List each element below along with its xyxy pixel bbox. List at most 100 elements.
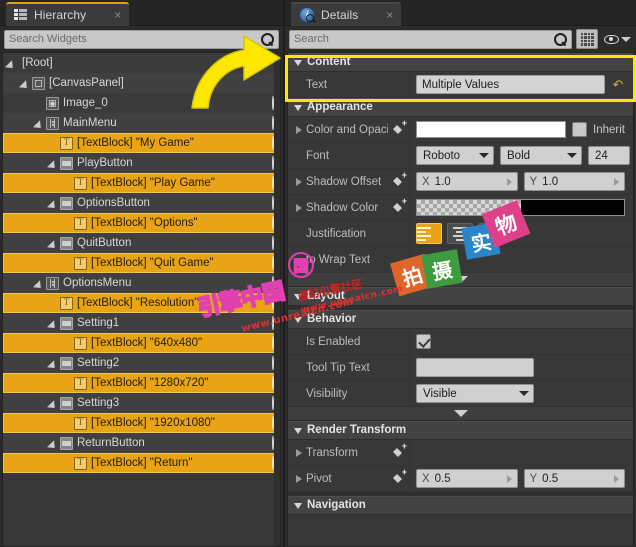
font-style-dropdown[interactable]: Bold bbox=[500, 146, 582, 165]
tree-item[interactable]: ReturnButton bbox=[3, 433, 280, 453]
shadow-color-swatch[interactable] bbox=[416, 199, 625, 216]
appearance-expand-more[interactable] bbox=[288, 273, 633, 287]
shadow-offset-y-input[interactable]: Y 1.0 bbox=[523, 172, 625, 191]
tab-details[interactable]: i Details × bbox=[291, 2, 402, 26]
bind-pin-icon[interactable] bbox=[392, 197, 407, 214]
tree-item[interactable]: [TextBlock] "1280x720" bbox=[3, 373, 280, 393]
expander-triangle-icon[interactable] bbox=[49, 318, 60, 329]
font-family-dropdown[interactable]: Roboto bbox=[416, 146, 494, 165]
section-header-navigation[interactable]: Navigation bbox=[288, 496, 633, 515]
widget-hierarchy-tree[interactable]: [Root] [CanvasPanel] Image_0 MainMenu [TextB… bbox=[2, 52, 281, 547]
tree-item[interactable]: OptionsMenu bbox=[3, 273, 280, 293]
chevron-right-icon[interactable] bbox=[296, 474, 302, 483]
section-header-behavior[interactable]: Behavior bbox=[288, 310, 633, 329]
text-widget-icon bbox=[74, 416, 87, 430]
text-widget-icon bbox=[74, 216, 87, 230]
tree-item-label: [TextBlock] "Quit Game" bbox=[91, 257, 214, 269]
bind-pin-icon[interactable] bbox=[392, 442, 407, 459]
expander-triangle-icon[interactable] bbox=[35, 118, 46, 129]
text-value-input[interactable]: Multiple Values bbox=[416, 75, 605, 94]
section-header-render-transform[interactable]: Render Transform bbox=[288, 421, 633, 440]
pivot-x-input[interactable]: X 0.5 bbox=[416, 469, 518, 488]
text-widget-icon bbox=[74, 456, 87, 470]
tree-item[interactable]: [TextBlock] "640x480" bbox=[3, 333, 280, 353]
spinner-icon[interactable] bbox=[506, 177, 512, 186]
chevron-right-icon[interactable] bbox=[296, 448, 302, 457]
yellow-pointer-arrow bbox=[191, 35, 281, 109]
section-title-appearance: Appearance bbox=[307, 101, 373, 113]
tab-hierarchy-label: Hierarchy bbox=[34, 8, 87, 22]
chevron-right-icon[interactable] bbox=[296, 177, 302, 186]
tree-item[interactable]: [TextBlock] "Resolution" bbox=[3, 293, 280, 313]
hierarchy-tabbar: Hierarchy × bbox=[0, 0, 283, 26]
section-header-appearance[interactable]: Appearance bbox=[288, 98, 633, 117]
expander-triangle-icon[interactable] bbox=[49, 398, 60, 409]
details-search-input[interactable]: Search bbox=[289, 29, 572, 49]
spinner-icon[interactable] bbox=[614, 177, 619, 186]
inherit-checkbox[interactable] bbox=[572, 122, 588, 137]
chevron-down-icon bbox=[294, 428, 302, 434]
expander-triangle-icon[interactable] bbox=[21, 78, 32, 89]
chevron-right-icon[interactable] bbox=[296, 125, 302, 134]
button-widget-icon bbox=[60, 316, 73, 330]
tree-item[interactable]: PlayButton bbox=[3, 153, 280, 173]
property-row-tool-tip-text: Tool Tip Text bbox=[288, 355, 633, 381]
expander-triangle-icon[interactable] bbox=[49, 238, 60, 249]
visibility-filter-button[interactable] bbox=[602, 29, 632, 49]
tree-item[interactable]: MainMenu bbox=[3, 113, 280, 133]
expander-triangle-icon[interactable] bbox=[49, 358, 60, 369]
spinner-icon[interactable] bbox=[506, 474, 512, 483]
behavior-expand-more[interactable] bbox=[288, 407, 633, 421]
details-search-row: Search bbox=[285, 26, 636, 52]
details-properties-list[interactable]: Content Text Multiple Values ↶ Appearanc… bbox=[287, 52, 634, 547]
tree-item[interactable]: OptionsButton bbox=[3, 193, 280, 213]
tree-item[interactable]: [TextBlock] "Play Game" bbox=[3, 173, 280, 193]
color-swatch[interactable] bbox=[416, 121, 567, 138]
hierarchy-scrollbar[interactable] bbox=[274, 53, 280, 546]
tree-item[interactable]: Setting3 bbox=[3, 393, 280, 413]
tree-item[interactable]: [TextBlock] "1920x1080" bbox=[3, 413, 280, 433]
chevron-right-icon[interactable] bbox=[296, 203, 302, 212]
shadow-offset-x-input[interactable]: X 1.0 bbox=[416, 172, 518, 191]
expander-triangle-icon[interactable] bbox=[35, 278, 46, 289]
bind-pin-icon[interactable] bbox=[392, 171, 407, 188]
tree-item[interactable]: [TextBlock] "Options" bbox=[3, 213, 280, 233]
tree-item[interactable]: QuitButton bbox=[3, 233, 280, 253]
panel-widget-icon bbox=[32, 76, 45, 90]
section-header-layout[interactable]: Layout bbox=[288, 287, 633, 306]
expander-triangle-icon[interactable] bbox=[49, 438, 60, 449]
align-right-button[interactable] bbox=[478, 223, 504, 244]
tab-hierarchy[interactable]: Hierarchy × bbox=[6, 2, 130, 26]
pivot-y-input[interactable]: Y 0.5 bbox=[523, 469, 625, 488]
chevron-down-icon bbox=[294, 503, 302, 509]
grid-view-icon[interactable] bbox=[576, 29, 598, 49]
spinner-icon[interactable] bbox=[614, 474, 619, 483]
button-widget-icon bbox=[60, 396, 73, 410]
tree-item[interactable]: [TextBlock] "My Game" bbox=[3, 133, 280, 153]
bind-pin-icon[interactable] bbox=[392, 468, 407, 485]
visibility-dropdown[interactable]: Visible bbox=[416, 384, 534, 403]
revert-arrow-icon[interactable]: ↶ bbox=[611, 78, 625, 92]
section-header-content[interactable]: Content bbox=[288, 53, 633, 72]
is-enabled-checkbox[interactable] bbox=[416, 334, 431, 349]
property-label-is-enabled: Is Enabled bbox=[288, 329, 410, 354]
expander-triangle-icon[interactable] bbox=[49, 158, 60, 169]
expander-triangle-icon[interactable] bbox=[49, 198, 60, 209]
tree-item[interactable]: [TextBlock] "Quit Game" bbox=[3, 253, 280, 273]
justification-button-group[interactable] bbox=[416, 223, 504, 244]
close-icon[interactable]: × bbox=[386, 9, 393, 21]
property-label-visibility: Visibility bbox=[288, 381, 410, 406]
chevron-down-icon bbox=[453, 410, 468, 417]
tree-item[interactable]: Setting1 bbox=[3, 313, 280, 333]
close-icon[interactable]: × bbox=[114, 9, 121, 21]
expander-triangle-icon[interactable] bbox=[7, 58, 18, 69]
tree-item[interactable]: Setting2 bbox=[3, 353, 280, 373]
tree-item[interactable]: [TextBlock] "Return" bbox=[3, 453, 280, 473]
align-left-button[interactable] bbox=[416, 223, 442, 244]
font-size-input[interactable]: 24 bbox=[588, 146, 630, 165]
expander-placeholder bbox=[35, 98, 46, 109]
property-row-font: Font Roboto Bold 24 bbox=[288, 143, 633, 169]
bind-pin-icon[interactable] bbox=[392, 119, 407, 136]
align-center-button[interactable] bbox=[447, 223, 473, 244]
tool-tip-text-input[interactable] bbox=[416, 358, 534, 377]
